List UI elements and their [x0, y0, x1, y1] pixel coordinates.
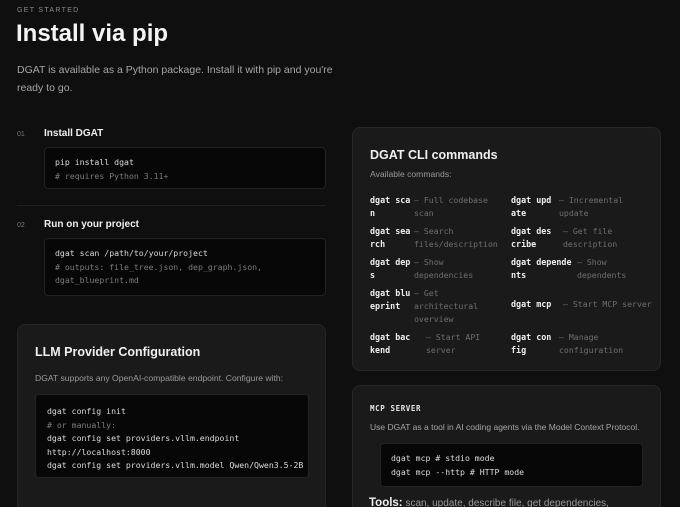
- card-description: Use DGAT as a tool in AI coding agents v…: [370, 422, 640, 432]
- llm-provider-card: LLM Provider Configuration DGAT supports…: [17, 324, 326, 507]
- code-line: dgat mcp # stdio mode: [391, 453, 495, 463]
- tools-line: Tools: scan, update, describe file, get …: [369, 497, 609, 507]
- code-line: dgat config set providers.vllm.endpoint: [47, 433, 240, 443]
- code-line: http://localhost:8000: [47, 446, 151, 457]
- command-description: — Show dependents: [577, 257, 627, 280]
- card-title: DGAT CLI commands: [370, 148, 498, 162]
- install-code-block[interactable]: pip install dgat # requires Python 3.11+: [44, 147, 326, 189]
- step-title: Run on your project: [44, 219, 139, 230]
- command-name: dgat backend: [370, 332, 411, 355]
- code-line: dgat config init: [47, 406, 126, 416]
- code-comment: dgat_blueprint.md: [55, 275, 139, 285]
- command-name: dgat describe: [511, 226, 552, 249]
- page-title: Install via pip: [16, 20, 169, 47]
- command-description: — Full codebase scan: [414, 195, 488, 218]
- section-eyebrow: GET STARTED: [17, 7, 80, 14]
- card-description: DGAT supports any OpenAI-compatible endp…: [35, 373, 284, 383]
- code-line: dgat mcp --http # HTTP mode: [391, 466, 525, 477]
- command-description: — Show dependencies: [414, 257, 474, 280]
- code-line: pip install dgat: [55, 157, 134, 167]
- code-line: dgat scan /path/to/your/project: [55, 248, 208, 258]
- code-line: dgat config set providers.vllm.model Qwe…: [47, 460, 304, 470]
- step-number: 01: [17, 131, 25, 138]
- command-description: — Incremental update: [559, 195, 624, 218]
- command-name: dgat dependents: [511, 257, 572, 280]
- mcp-code-block[interactable]: dgat mcp # stdio mode dgat mcp --http # …: [380, 443, 643, 487]
- command-description: — Get architectural overview: [414, 288, 479, 324]
- mcp-section-label: MCP SERVER: [370, 404, 422, 413]
- command-name: dgat update: [511, 195, 552, 218]
- command-description: — Start MCP server: [563, 299, 652, 309]
- command-name: dgat deps: [370, 257, 411, 280]
- step-title: Install DGAT: [44, 128, 104, 139]
- command-description: — Get file description: [563, 226, 618, 249]
- card-subtitle: Available commands:: [370, 169, 452, 179]
- cli-commands-card: DGAT CLI commands Available commands: dg…: [352, 127, 661, 371]
- intro-text: DGAT is available as a Python package. I…: [17, 64, 333, 94]
- tools-list: scan, update, describe file, get depende…: [405, 498, 609, 507]
- code-comment: # outputs: file_tree.json, dep_graph.jso…: [55, 261, 263, 272]
- tools-label: Tools:: [369, 497, 403, 507]
- command-description: — Start API server: [426, 332, 481, 355]
- code-comment: # requires Python 3.11+: [55, 170, 169, 181]
- command-name: dgat scan: [370, 195, 411, 218]
- command-name: dgat blueprint: [370, 288, 411, 311]
- step-divider: [17, 205, 326, 206]
- command-description: — Manage configuration: [559, 332, 624, 355]
- command-name: dgat mcp: [511, 299, 552, 309]
- code-comment: # or manually:: [47, 419, 117, 430]
- config-code-block[interactable]: dgat config init # or manually: dgat con…: [35, 394, 309, 478]
- command-name: dgat config: [511, 332, 552, 355]
- scan-code-block[interactable]: dgat scan /path/to/your/project # output…: [44, 238, 326, 296]
- step-number: 02: [17, 222, 25, 229]
- command-name: dgat search: [370, 226, 411, 249]
- command-description: — Search files/description: [414, 226, 498, 249]
- card-title: LLM Provider Configuration: [35, 345, 201, 359]
